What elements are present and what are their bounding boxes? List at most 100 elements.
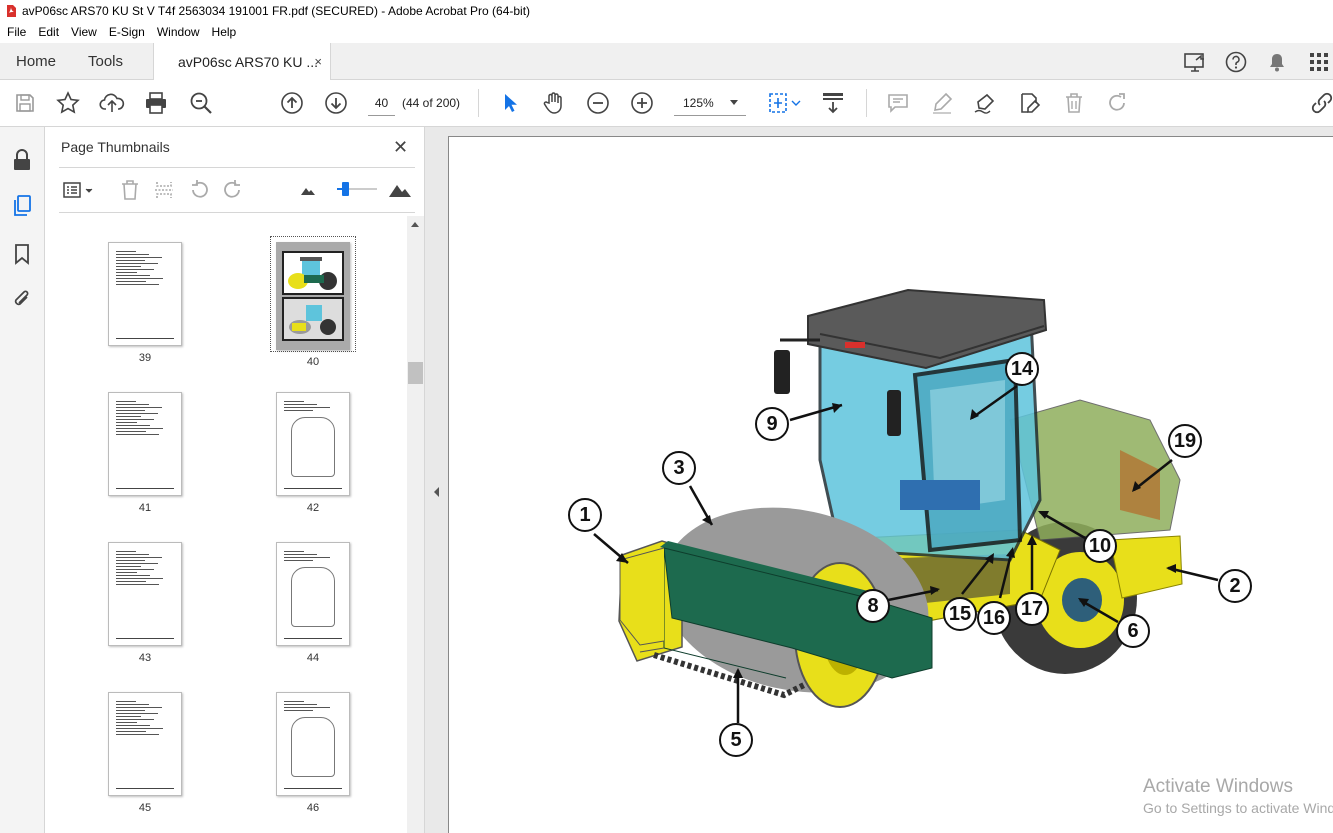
scrollbar-thumb[interactable] xyxy=(408,362,423,384)
thumbnail-text-line xyxy=(116,704,149,705)
zoom-in-icon[interactable] xyxy=(629,90,655,116)
watermark-line-1: Activate Windows xyxy=(1143,776,1293,797)
thumbnail-image-bottom xyxy=(282,297,344,341)
delete-trash-icon[interactable] xyxy=(1061,90,1087,116)
thumbnail-text-line xyxy=(116,431,146,432)
thumbnail-text-line xyxy=(116,263,158,264)
thumbnail-text-line xyxy=(116,422,137,423)
roller-compactor-illustration xyxy=(593,288,1219,723)
rotate-right-icon[interactable] xyxy=(220,177,246,203)
left-navigation-rail xyxy=(0,127,45,833)
thumbnail-scrollbar[interactable] xyxy=(407,216,424,833)
thumbnail-text-line xyxy=(116,413,158,414)
zoom-out-icon[interactable] xyxy=(585,90,611,116)
callout-2: 2 xyxy=(1218,569,1252,603)
page-thumbnail[interactable] xyxy=(108,242,182,346)
tab-home[interactable]: Home xyxy=(16,43,56,80)
print-icon[interactable] xyxy=(143,90,169,116)
thumbnail-text-line xyxy=(284,554,317,555)
thumbnail-text-line xyxy=(116,563,158,564)
scroll-up-arrow-icon[interactable] xyxy=(411,222,419,227)
page-thumbnail[interactable] xyxy=(276,692,350,796)
menu-view[interactable]: View xyxy=(65,25,103,39)
menu-edit[interactable]: Edit xyxy=(32,25,65,39)
collapse-panel-arrow-icon[interactable] xyxy=(434,487,439,497)
thumbnail-text-line xyxy=(116,284,159,285)
thumbnail-text-line xyxy=(116,554,149,555)
zoom-search-icon[interactable] xyxy=(188,90,214,116)
page-number-input[interactable]: 40 xyxy=(368,90,395,116)
thumbnail-text-line xyxy=(284,401,304,402)
page-thumbnail[interactable] xyxy=(108,392,182,496)
page-thumbnail[interactable] xyxy=(276,242,350,350)
share-link-icon[interactable] xyxy=(1309,90,1333,116)
thumbnail-text-line xyxy=(116,251,136,252)
select-cursor-icon[interactable] xyxy=(497,90,523,116)
main-toolbar xyxy=(0,80,1333,127)
save-icon[interactable] xyxy=(12,90,38,116)
shrink-thumbnails-icon[interactable] xyxy=(295,177,321,203)
extract-pages-icon[interactable] xyxy=(151,177,177,203)
toolbar-divider xyxy=(866,89,867,117)
tab-close-icon[interactable]: × xyxy=(314,54,322,69)
page-thumbnail[interactable] xyxy=(108,692,182,796)
panel-close-icon[interactable]: ✕ xyxy=(393,137,408,158)
document-view[interactable] xyxy=(447,127,1333,833)
highlight-pen-icon[interactable] xyxy=(929,90,955,116)
menu-help[interactable]: Help xyxy=(206,25,243,39)
thumbnail-text-line xyxy=(116,734,159,735)
page-thumbnail[interactable] xyxy=(276,542,350,646)
thumbnail-size-slider[interactable] xyxy=(337,182,377,196)
rotate-left-icon[interactable] xyxy=(186,177,212,203)
tab-tools[interactable]: Tools xyxy=(88,43,123,80)
thumbnail-text-line xyxy=(116,260,145,261)
page-thumbnail[interactable] xyxy=(276,392,350,496)
upload-cloud-icon[interactable] xyxy=(99,90,125,116)
slider-knob[interactable] xyxy=(342,182,349,196)
bookmark-star-icon[interactable] xyxy=(55,90,81,116)
thumbnail-text-line xyxy=(116,560,145,561)
thumbnail-text-line xyxy=(116,719,154,720)
delete-pages-icon[interactable] xyxy=(117,177,143,203)
thumbnail-text-line xyxy=(116,278,163,279)
callout-5: 5 xyxy=(719,723,753,757)
tab-document[interactable]: avP06sc ARS70 KU ... × xyxy=(153,43,331,81)
callout-19: 19 xyxy=(1168,424,1202,458)
apps-grid-icon[interactable] xyxy=(1309,43,1329,80)
enlarge-thumbnails-icon[interactable] xyxy=(387,177,413,203)
menu-esign[interactable]: E-Sign xyxy=(103,25,151,39)
thumbnail-figure xyxy=(291,417,335,477)
panel-splitter[interactable] xyxy=(425,127,447,833)
edit-pdf-icon[interactable] xyxy=(1016,90,1042,116)
menu-file[interactable]: File xyxy=(0,25,32,39)
redo-icon[interactable] xyxy=(1105,90,1131,116)
next-page-icon[interactable] xyxy=(323,90,349,116)
comment-icon[interactable] xyxy=(885,90,911,116)
sign-pen-icon[interactable] xyxy=(972,90,998,116)
zoom-level-select[interactable]: 125% xyxy=(674,90,746,116)
thumbnail-text-line xyxy=(116,569,154,570)
menu-window[interactable]: Window xyxy=(151,25,206,39)
hand-tool-icon[interactable] xyxy=(541,90,567,116)
attachments-paperclip-icon[interactable] xyxy=(9,286,35,312)
options-menu-icon[interactable] xyxy=(61,177,97,203)
scroll-mode-icon[interactable] xyxy=(820,90,846,116)
title-bar: avP06sc ARS70 KU St V T4f 2563034 191001… xyxy=(0,0,1333,22)
menu-bar: File Edit View E-Sign Window Help xyxy=(0,22,1333,42)
share-screen-icon[interactable] xyxy=(1183,43,1207,80)
thumbnail-text-line xyxy=(116,566,141,567)
thumbnail-text-line xyxy=(116,701,136,702)
thumbnail-text-line xyxy=(116,404,149,405)
notifications-bell-icon[interactable] xyxy=(1268,43,1286,80)
security-lock-icon[interactable] xyxy=(9,147,35,173)
help-icon[interactable] xyxy=(1225,43,1247,80)
bookmarks-icon[interactable] xyxy=(9,241,35,267)
callout-15: 15 xyxy=(943,597,977,631)
thumbnail-text-line xyxy=(284,557,330,558)
previous-page-icon[interactable] xyxy=(279,90,305,116)
page-thumbnails-icon[interactable] xyxy=(9,193,35,219)
thumbnail-footer-line xyxy=(116,788,174,789)
page-thumbnail[interactable] xyxy=(108,542,182,646)
thumbnail-figure xyxy=(291,717,335,777)
fit-page-icon[interactable] xyxy=(764,90,804,116)
